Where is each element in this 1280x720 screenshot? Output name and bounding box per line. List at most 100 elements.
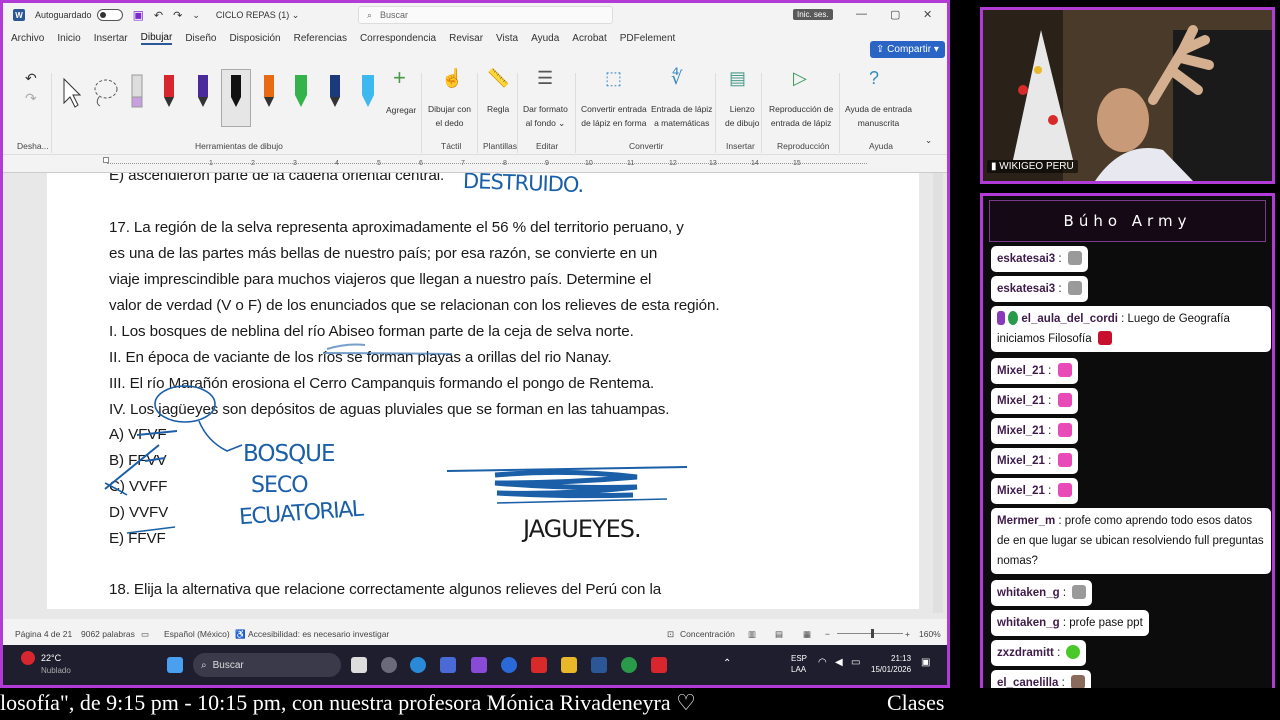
edge-icon[interactable] [410, 657, 426, 673]
draw-finger-label[interactable]: Dibujar con el dedo [428, 102, 471, 130]
ribbon-collapse-icon[interactable]: ⌄ [925, 133, 932, 147]
menu-correspondencia[interactable]: Correspondencia [360, 33, 436, 44]
chat-username[interactable]: Mixel_21 [997, 455, 1045, 467]
vertical-scrollbar[interactable] [933, 173, 943, 613]
powerpoint-icon[interactable] [651, 657, 667, 673]
word-count[interactable]: 9062 palabras [81, 629, 135, 639]
start-icon[interactable] [167, 657, 183, 673]
read-mode-icon[interactable]: ▥ [748, 629, 756, 640]
pen-black-icon[interactable] [228, 73, 244, 109]
ink-to-shape-label[interactable]: Convertir entrada de lápiz en forma [581, 102, 647, 130]
search-input[interactable]: ⌕ Buscar [358, 6, 613, 24]
chat-username[interactable]: Mixel_21 [997, 395, 1045, 407]
app-icon[interactable] [381, 657, 397, 673]
menu-pdfelement[interactable]: PDFelement [620, 33, 676, 44]
save-icon[interactable]: ▣ [133, 8, 144, 22]
chat-username[interactable]: el_aula_del_cordi [1021, 313, 1118, 325]
app-icon[interactable] [471, 657, 487, 673]
highlighter-green-icon[interactable] [293, 73, 309, 109]
ink-to-shape-icon[interactable]: ⬚ [605, 69, 622, 87]
ink-to-math-icon[interactable]: ∜ [671, 69, 682, 87]
tray-chevron-icon[interactable]: ⌃ [723, 658, 731, 669]
autosave-toggle[interactable]: Autoguardado [35, 9, 123, 21]
volume-icon[interactable]: ◀ [835, 657, 843, 668]
accessibility-status[interactable]: Accesibilidad: es necesario investigar [248, 629, 389, 639]
menu-revisar[interactable]: Revisar [449, 33, 483, 44]
battery-icon[interactable]: ▭ [851, 657, 860, 668]
ruler-icon[interactable]: 📏 [487, 69, 509, 87]
zoom-app-icon[interactable] [501, 657, 517, 673]
clock[interactable]: 21:13 15/01/2026 [871, 653, 911, 675]
undo-icon[interactable]: ↶ [154, 9, 163, 22]
document-title[interactable]: CICLO REPAS (1) ⌄ [216, 10, 299, 21]
minimize-icon[interactable]: — [856, 8, 867, 20]
maximize-icon[interactable]: ▢ [890, 8, 900, 21]
redo-ribbon-icon[interactable]: ↷ [25, 91, 37, 105]
undo-ribbon-icon[interactable]: ↶ [25, 71, 37, 85]
zoom-in-icon[interactable]: + [905, 629, 910, 639]
background-format-label[interactable]: Dar formato al fondo ⌄ [523, 102, 568, 130]
print-layout-icon[interactable]: ▤ [775, 629, 783, 640]
chat-username[interactable]: eskatesai3 [997, 283, 1055, 295]
zoom-out-icon[interactable]: − [825, 629, 830, 639]
drawing-canvas-icon[interactable]: ▤ [729, 69, 746, 87]
menu-ayuda[interactable]: Ayuda [531, 33, 559, 44]
wifi-icon[interactable]: ◠ [818, 657, 827, 668]
weather-temp[interactable]: 22°C [41, 653, 61, 663]
ink-help-label[interactable]: Ayuda de entrada manuscrita [845, 102, 912, 130]
acrobat-icon[interactable] [531, 657, 547, 673]
proofing-icon[interactable]: ▭ [141, 629, 149, 640]
chat-username[interactable]: eskatesai3 [997, 253, 1055, 265]
zoom-slider[interactable] [837, 633, 903, 634]
background-format-icon[interactable]: ☰ [537, 69, 553, 87]
eraser-icon[interactable] [129, 73, 145, 109]
pen-red-icon[interactable] [161, 73, 177, 109]
zoom-level[interactable]: 160% [919, 629, 941, 639]
add-pen-label[interactable]: Agregar [386, 103, 416, 117]
ink-to-math-label[interactable]: Entrada de lápiz a matemáticas [651, 102, 712, 130]
menu-inicio[interactable]: Inicio [57, 33, 80, 44]
drawing-canvas-label[interactable]: Lienzo de dibujo [725, 102, 760, 130]
share-button[interactable]: ⇪ Compartir ▾ [870, 41, 945, 58]
close-icon[interactable]: ✕ [923, 8, 932, 21]
focus-mode[interactable]: Concentración [680, 629, 735, 639]
draw-finger-icon[interactable]: ☝ [441, 69, 463, 87]
add-pen-icon[interactable]: + [393, 67, 406, 89]
taskbar-search[interactable]: ⌕ Buscar [193, 653, 341, 677]
calculator-icon[interactable] [440, 657, 456, 673]
menu-vista[interactable]: Vista [496, 33, 518, 44]
menu-acrobat[interactable]: Acrobat [572, 33, 606, 44]
keyboard-language[interactable]: ESP LAA [791, 653, 807, 675]
zoom-thumb[interactable] [871, 629, 874, 638]
menu-diseno[interactable]: Diseño [185, 33, 216, 44]
pen-navy-icon[interactable] [327, 73, 343, 109]
ink-replay-icon[interactable]: ▷ [793, 69, 807, 87]
notifications-icon[interactable]: ▣ [921, 657, 930, 668]
chat-username[interactable]: whitaken_g [997, 617, 1060, 629]
task-view-icon[interactable] [351, 657, 367, 673]
pen-orange-icon[interactable] [261, 73, 277, 109]
menu-archivo[interactable]: Archivo [11, 33, 44, 44]
lasso-select-icon[interactable] [91, 73, 119, 109]
page-count[interactable]: Página 4 de 21 [15, 629, 72, 639]
autosave-switch[interactable] [96, 9, 123, 21]
file-explorer-icon[interactable] [561, 657, 577, 673]
redo-icon[interactable]: ↷ [173, 9, 182, 22]
chat-username[interactable]: Mixel_21 [997, 365, 1045, 377]
chat-username[interactable]: Mixel_21 [997, 485, 1045, 497]
pen-purple-icon[interactable] [195, 73, 211, 109]
chat-username[interactable]: whitaken_g [997, 587, 1060, 599]
highlighter-cyan-icon[interactable] [360, 73, 376, 109]
ink-replay-label[interactable]: Reproducción de entrada de lápiz [769, 102, 833, 130]
chat-username[interactable]: Mermer_m [997, 515, 1055, 527]
menu-dibujar[interactable]: Dibujar [140, 32, 173, 45]
chat-username[interactable]: zxzdramitt [997, 647, 1054, 659]
select-arrow-icon[interactable] [61, 73, 81, 109]
chat-username[interactable]: Mixel_21 [997, 425, 1045, 437]
language-status[interactable]: Español (México) [164, 629, 230, 639]
signin-button[interactable]: Inic. ses. [793, 9, 833, 20]
ruler-label[interactable]: Regla [487, 102, 509, 116]
web-layout-icon[interactable]: ▦ [803, 629, 811, 640]
menu-referencias[interactable]: Referencias [294, 33, 347, 44]
document-page[interactable]: E) ascendieron parte de la cadena orient… [47, 173, 919, 609]
